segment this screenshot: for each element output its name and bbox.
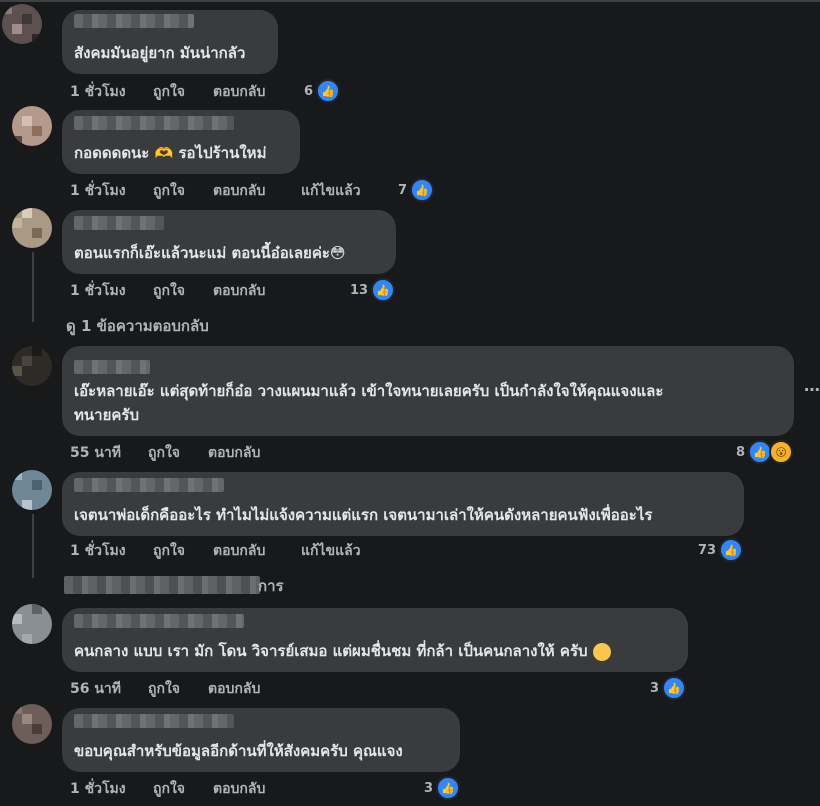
view-replies-link[interactable]: ดู 1 ข้อความตอบกลับ (66, 314, 209, 338)
comment-actions: 1 ชั่วโมง ถูกใจ ตอบกลับ (70, 778, 330, 798)
reaction-count: 73 (698, 542, 717, 558)
comment-actions: 1 ชั่วโมง ถูกใจ ตอบกลับ (70, 280, 330, 300)
comment-time[interactable]: 55 นาที (70, 442, 121, 464)
avatar[interactable] (2, 4, 42, 44)
blurred-reply-preview (64, 576, 260, 594)
like-button[interactable]: ถูกใจ (153, 81, 185, 103)
comment-time[interactable]: 1 ชั่วโมง (70, 778, 126, 800)
avatar[interactable] (12, 106, 52, 146)
like-button[interactable]: ถูกใจ (153, 540, 185, 562)
blurred-author-name (74, 116, 234, 130)
edited-label[interactable]: แก้ไขแล้ว (301, 180, 361, 202)
comment-bubble: ตอนแรกก็เอ๊ะแล้วนะแม่ ตอนนี้อ๋อเลยค่ะ😳 (62, 210, 396, 274)
avatar[interactable] (12, 604, 52, 644)
blurred-author-name (74, 478, 224, 492)
comment-time[interactable]: 1 ชั่วโมง (70, 280, 126, 302)
comment-text: คนกลาง แบบ เรา มัก โดน วิจารย์เสมอ แต่ผม… (74, 640, 611, 662)
reaction-count: 3 (424, 780, 434, 796)
blurred-author-name (74, 360, 150, 374)
edited-label[interactable]: แก้ไขแล้ว (301, 540, 361, 562)
top-divider (0, 0, 820, 2)
blurred-author-name (74, 614, 244, 628)
thumbs-up-icon: 👍 (410, 178, 435, 202)
comment-actions: 1 ชั่วโมง ถูกใจ ตอบกลับ (70, 81, 330, 101)
comment-actions: 56 นาที ถูกใจ ตอบกลับ (70, 678, 330, 698)
wow-face-icon: 😮 (769, 440, 794, 464)
avatar[interactable] (12, 346, 52, 386)
comment-actions: 1 ชั่วโมง ถูกใจ ตอบกลับ แก้ไขแล้ว (70, 540, 400, 560)
blurred-author-name (74, 216, 164, 230)
comment-bubble: ขอบคุณสำหรับข้อมูลอีกด้านที่ให้สังคมครับ… (62, 708, 460, 772)
thumbs-up-icon: 👍 (719, 538, 744, 562)
reply-thread-line (32, 252, 34, 322)
more-dots-icon[interactable]: ⋯ (804, 380, 820, 399)
reply-button[interactable]: ตอบกลับ (208, 442, 260, 464)
reaction-summary[interactable]: 73 👍 (698, 538, 744, 562)
reply-button[interactable]: ตอบกลับ (213, 81, 265, 103)
reaction-summary[interactable]: 8 👍 😮 (736, 440, 794, 464)
blurred-author-name (74, 14, 194, 28)
comment-actions: 55 นาที ถูกใจ ตอบกลับ (70, 442, 330, 462)
reaction-count: 13 (350, 282, 369, 298)
like-button[interactable]: ถูกใจ (153, 778, 185, 800)
comment-bubble: เอ๊ะหลายเอ๊ะ แต่สุดท้ายก็อ๋อ วางแผนมาแล้… (62, 346, 794, 436)
reaction-count: 7 (398, 182, 408, 198)
comment-text: เอ๊ะหลายเอ๊ะ แต่สุดท้ายก็อ๋อ วางแผนมาแล้… (74, 382, 664, 400)
avatar[interactable] (12, 208, 52, 248)
blurred-author-name (74, 714, 234, 728)
comment-time[interactable]: 1 ชั่วโมง (70, 81, 126, 103)
comment-text: สังคมมันอยู่ยาก มันน่ากลัว (74, 44, 246, 62)
reaction-count: 3 (650, 680, 660, 696)
reaction-count: 8 (736, 444, 746, 460)
reply-button[interactable]: ตอบกลับ (213, 180, 265, 202)
reply-thread-line (32, 514, 34, 578)
comment-text: เจตนาพ่อเด็กคืออะไร ทำไมไม่แจ้งความแต่แร… (74, 506, 653, 524)
like-button[interactable]: ถูกใจ (148, 442, 180, 464)
comment-text-line2: ทนายครับ (74, 406, 139, 424)
thumbs-up-icon: 👍 (316, 79, 341, 103)
reaction-summary[interactable]: 3 👍 (650, 676, 687, 700)
reply-button[interactable]: ตอบกลับ (213, 280, 265, 302)
comment-text-content: คนกลาง แบบ เรา มัก โดน วิจารย์เสมอ แต่ผม… (74, 642, 588, 660)
like-button[interactable]: ถูกใจ (148, 678, 180, 700)
like-button[interactable]: ถูกใจ (153, 180, 185, 202)
comment-text: กอดดดดนะ 🫶 รอไปร้านใหม่ (74, 144, 267, 162)
comment-text: ตอนแรกก็เอ๊ะแล้วนะแม่ ตอนนี้อ๋อเลยค่ะ😳 (74, 244, 346, 262)
comment-time[interactable]: 1 ชั่วโมง (70, 540, 126, 562)
thumbs-up-icon: 👍 (436, 776, 461, 800)
reply-button[interactable]: ตอบกลับ (213, 540, 265, 562)
smiling-face-icon (592, 642, 611, 661)
comment-bubble: เจตนาพ่อเด็กคืออะไร ทำไมไม่แจ้งความแต่แร… (62, 472, 744, 536)
reaction-summary[interactable]: 3 👍 (424, 776, 461, 800)
like-button[interactable]: ถูกใจ (153, 280, 185, 302)
comment-bubble: สังคมมันอยู่ยาก มันน่ากลัว (62, 10, 278, 74)
partial-reply-text[interactable]: การ (258, 574, 284, 598)
thumbs-up-icon: 👍 (662, 676, 687, 700)
avatar[interactable] (12, 470, 52, 510)
comment-time[interactable]: 1 ชั่วโมง (70, 180, 126, 202)
comment-bubble: กอดดดดนะ 🫶 รอไปร้านใหม่ (62, 110, 300, 174)
reaction-summary[interactable]: 7 👍 (398, 178, 435, 202)
comment-bubble: คนกลาง แบบ เรา มัก โดน วิจารย์เสมอ แต่ผม… (62, 608, 688, 672)
reaction-count: 6 (304, 83, 314, 99)
avatar[interactable] (12, 704, 52, 744)
comment-actions: 1 ชั่วโมง ถูกใจ ตอบกลับ แก้ไขแล้ว (70, 180, 400, 200)
reply-button[interactable]: ตอบกลับ (213, 778, 265, 800)
reaction-summary[interactable]: 6 👍 (304, 79, 341, 103)
thumbs-up-icon: 👍 (371, 278, 396, 302)
comment-time[interactable]: 56 นาที (70, 678, 121, 700)
reaction-summary[interactable]: 13 👍 (350, 278, 396, 302)
comment-text: ขอบคุณสำหรับข้อมูลอีกด้านที่ให้สังคมครับ… (74, 742, 403, 760)
reply-button[interactable]: ตอบกลับ (208, 678, 260, 700)
